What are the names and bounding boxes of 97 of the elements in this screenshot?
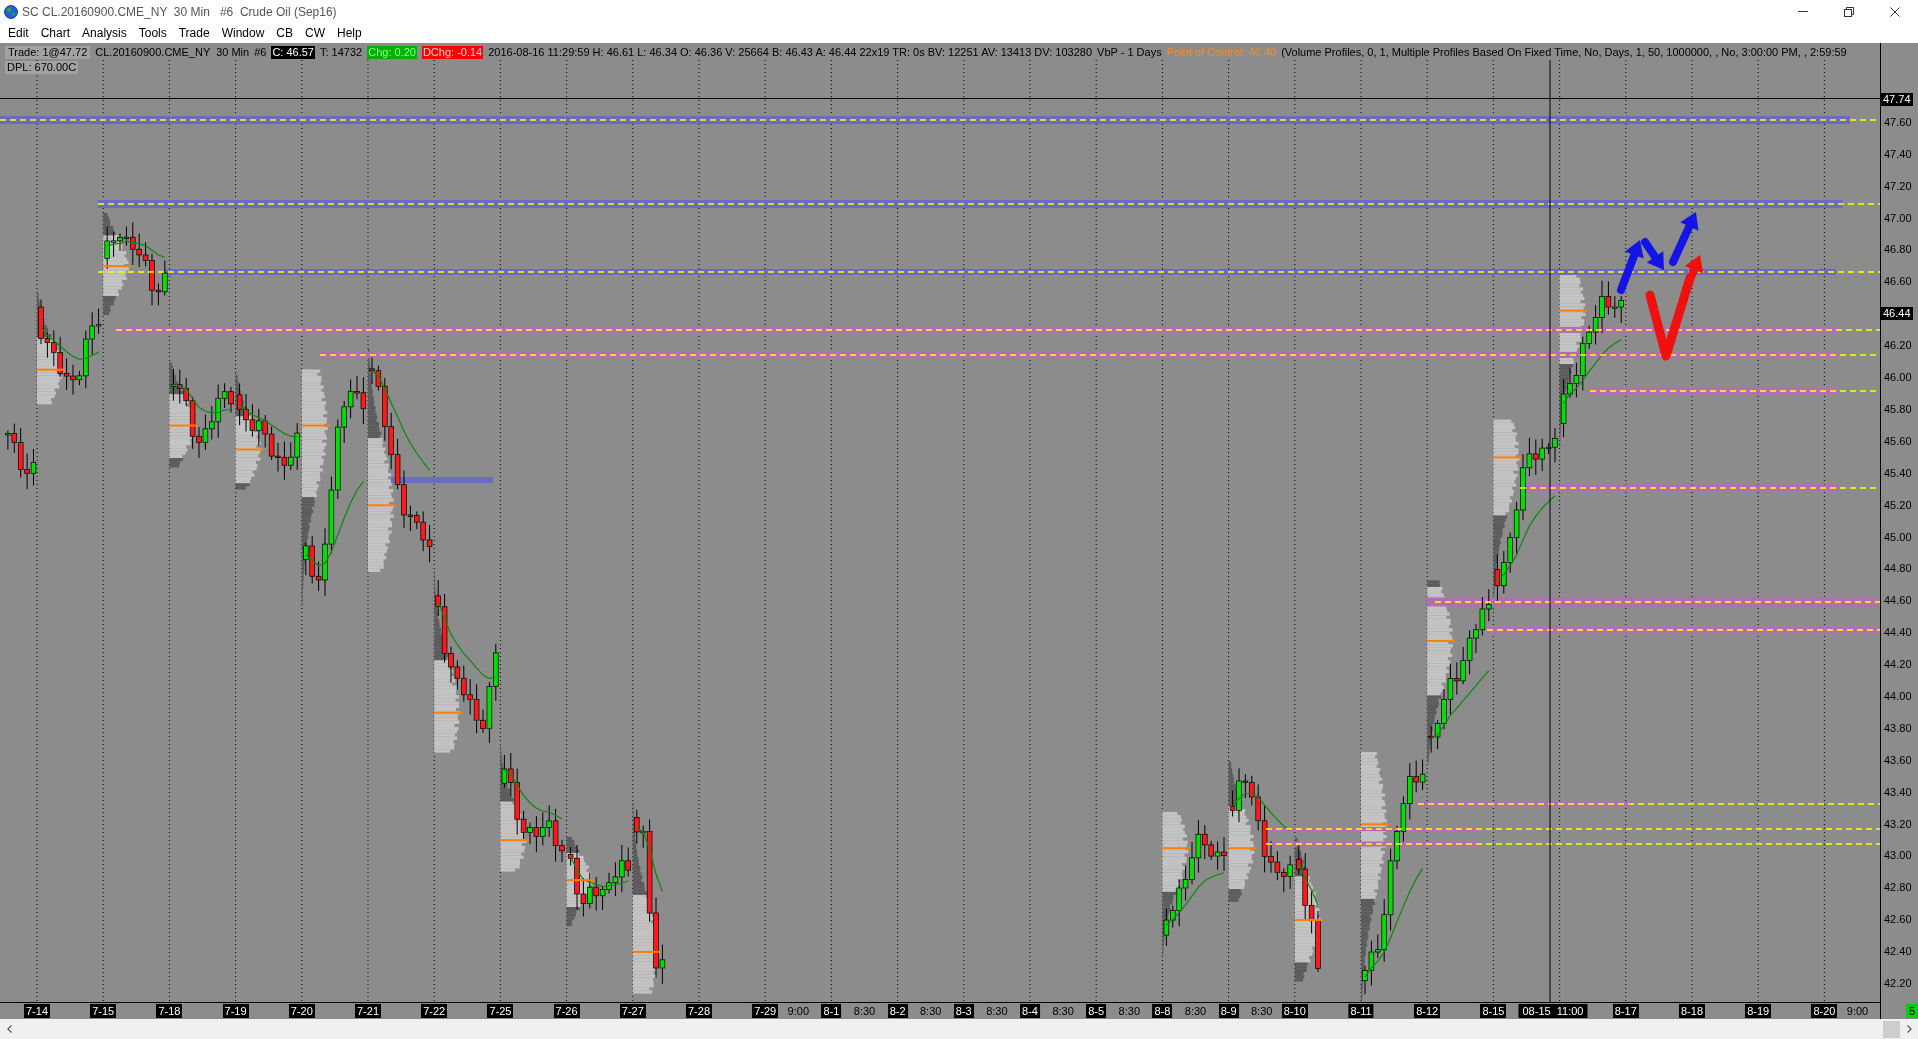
date-label: 8-15: [1480, 1004, 1507, 1018]
menu-item[interactable]: Help: [331, 24, 368, 42]
price-label: 42.20: [1884, 976, 1912, 990]
date-label: 7-14: [24, 1004, 50, 1018]
date-label: 7-22: [421, 1004, 448, 1018]
price-label: 45.00: [1884, 530, 1912, 544]
daily-change-label: DChg: -0.14: [421, 46, 484, 59]
price-label: 44.00: [1884, 689, 1912, 703]
price-label: 43.20: [1884, 817, 1912, 831]
menu-item[interactable]: Trade: [172, 24, 216, 42]
close-price-label: C: 46.57: [271, 46, 315, 59]
chart-info-text: CL.20160900.CME_NY 30 Min: [95, 46, 250, 59]
price-label: 46.80: [1884, 243, 1912, 257]
price-label: 44.60: [1884, 594, 1912, 608]
menu-item[interactable]: CB: [270, 24, 299, 42]
chart-info-text: 2016-08-16 11:29:59 H: 46.61 L: 46.34 O: 46.36 V: 25664 B: 46.43 A: 46.44 22x19 TR: 0s BV: 12251 AV: 13413 DV: 103280: [488, 46, 1093, 59]
date-label: 7-27: [619, 1004, 646, 1018]
price-label: 47.40: [1884, 147, 1912, 161]
date-label: 7-21: [355, 1004, 381, 1018]
date-label: 8-8: [1152, 1004, 1173, 1018]
window-title: SC CL.20160900.CME_NY 30 Min #6 Crude Oil (Sep16): [22, 3, 337, 21]
time-label: 8:30: [852, 1004, 877, 1018]
date-label: 7-18: [156, 1004, 183, 1018]
date-label: 8-18: [1679, 1004, 1705, 1018]
chart-info-text: VbP - 1 Days: [1097, 46, 1162, 59]
price-label: 43.00: [1884, 849, 1912, 863]
date-label: 8-2: [887, 1004, 908, 1018]
time-label: 8:30: [1183, 1004, 1208, 1018]
date-label: 8-9: [1218, 1004, 1239, 1018]
menu-item[interactable]: Chart: [34, 24, 77, 42]
scrollbar-thumb[interactable]: [1883, 1020, 1900, 1038]
price-label: 45.40: [1884, 466, 1912, 480]
chevron-right-icon: [1906, 1025, 1912, 1033]
menu-item[interactable]: Analysis: [76, 24, 133, 42]
time-label: 8:30: [985, 1004, 1009, 1018]
date-label: 8-4: [1020, 1004, 1040, 1018]
close-icon: [1890, 6, 1900, 17]
date-label: 8-3: [953, 1004, 974, 1018]
price-label: 43.60: [1884, 753, 1912, 767]
point-of-control-label: Point of Control: 46.40: [1166, 46, 1277, 59]
chart-info-text: (Volume Profiles, 0, 1, Multiple Profiles Based On Fixed Time, No, Days, 1, 50, 1000000, , No, 3:00:00 PM, , 2:59:59: [1281, 46, 1847, 59]
price-label: 45.60: [1884, 434, 1912, 448]
date-label: 8-17: [1612, 1004, 1639, 1018]
horizontal-scrollbar[interactable]: [0, 1019, 1918, 1039]
time-label: 8:30: [1250, 1004, 1274, 1018]
price-label: 43.80: [1884, 721, 1912, 735]
date-label: 8-11: [1348, 1004, 1374, 1018]
price-label: 43.40: [1884, 785, 1912, 799]
globe-icon: [4, 4, 18, 19]
price-label: 45.20: [1884, 498, 1912, 512]
chevron-left-icon: [6, 1025, 12, 1033]
price-label: 47.60: [1884, 115, 1912, 129]
status-badge: 5: [1905, 1004, 1918, 1018]
price-marker: 46.44: [1881, 307, 1913, 321]
date-label: 8-10: [1281, 1004, 1308, 1018]
time-label: 9:00: [786, 1004, 810, 1018]
dpl-text: DPL: 670.00C: [5, 61, 79, 74]
menu-item[interactable]: Edit: [2, 24, 35, 42]
date-label: 8-1: [821, 1004, 842, 1018]
date-label: 7-19: [222, 1004, 249, 1018]
cursor-time-label: 08-15 11:00: [1518, 1004, 1588, 1018]
time-label: 8:30: [1051, 1004, 1075, 1018]
price-label: 46.60: [1884, 275, 1912, 289]
menu-item[interactable]: Window: [215, 24, 271, 42]
price-label: 42.80: [1884, 881, 1912, 895]
restore-icon: [1844, 6, 1854, 17]
change-label: Chg: 0.20: [367, 46, 417, 59]
price-label: 44.80: [1884, 562, 1912, 576]
date-label: 8-5: [1086, 1004, 1107, 1018]
price-marker: 47.74: [1881, 93, 1913, 107]
price-label: 47.00: [1884, 211, 1912, 225]
date-label: 7-28: [686, 1004, 712, 1018]
price-label: 45.80: [1884, 402, 1912, 416]
date-label: 8-20: [1811, 1004, 1838, 1018]
time-label: 9:00: [1845, 1004, 1870, 1018]
time-label: 8:30: [919, 1004, 943, 1018]
minimize-icon: [1798, 11, 1808, 12]
price-label: 42.40: [1884, 945, 1912, 959]
price-label: 46.20: [1884, 339, 1912, 353]
price-label: 44.20: [1884, 658, 1912, 672]
date-label: 8-12: [1414, 1004, 1441, 1018]
date-label: 7-25: [487, 1004, 514, 1018]
trade-info-text: Trade: 1@47.72: [5, 46, 91, 59]
date-label: 7-26: [553, 1004, 580, 1018]
price-label: 42.60: [1884, 913, 1912, 927]
time-label: 8:30: [1117, 1004, 1141, 1018]
price-label: 44.40: [1884, 626, 1912, 640]
date-label: 7-20: [288, 1004, 315, 1018]
date-label: 7-15: [90, 1004, 117, 1018]
menu-item[interactable]: CW: [299, 24, 331, 42]
date-label: 7-29: [752, 1004, 779, 1018]
price-label: 47.20: [1884, 179, 1912, 193]
date-label: 8-19: [1745, 1004, 1772, 1018]
menu-item[interactable]: Tools: [132, 24, 173, 42]
price-label: 46.00: [1884, 371, 1912, 385]
chart-info-text: #6: [254, 46, 267, 59]
chart-info-text: T: 14732: [320, 46, 363, 59]
